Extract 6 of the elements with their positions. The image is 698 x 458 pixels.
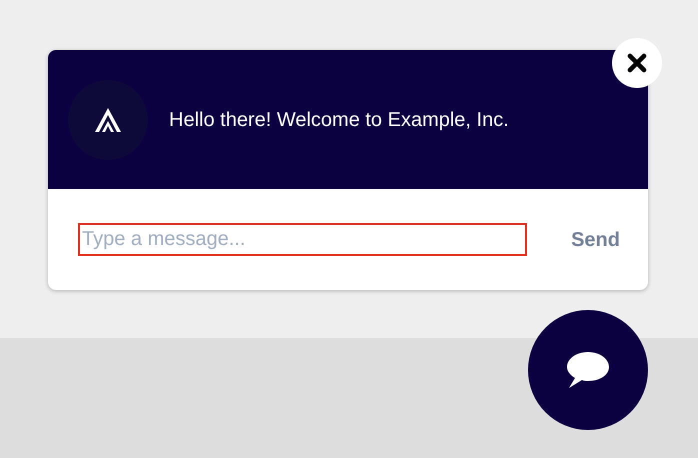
greeting-message: Hello there! Welcome to Example, Inc. [169,108,510,132]
send-button[interactable]: Send [571,224,620,254]
close-button[interactable] [612,38,662,88]
message-input[interactable]: Type a message... [78,223,527,256]
speech-bubble-icon [565,350,611,390]
chevron-logo-icon [95,108,121,132]
